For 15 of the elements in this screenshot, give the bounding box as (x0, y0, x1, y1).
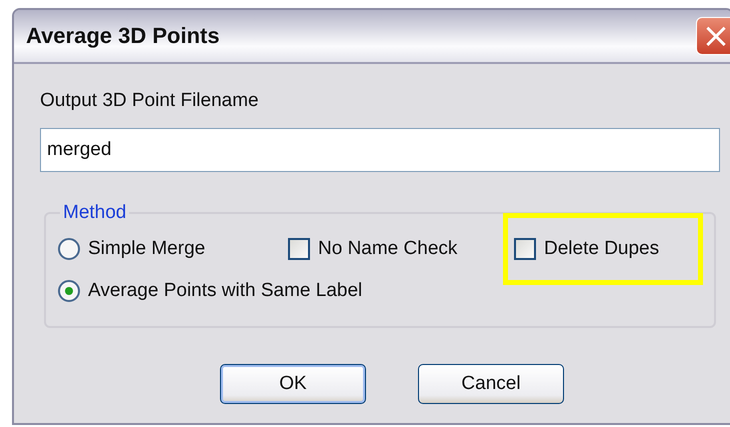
field-label: Output 3D Point Filename (40, 90, 260, 112)
radio-button[interactable] (58, 280, 80, 302)
option-label: No Name Check (318, 238, 458, 260)
group-title: Method (62, 202, 128, 224)
option-label: Delete Dupes (544, 238, 660, 260)
checkbox[interactable] (288, 238, 310, 260)
option-label: Average Points with Same Label (88, 280, 362, 302)
cancel-button[interactable]: Cancel (418, 364, 564, 404)
filename-field[interactable]: merged (40, 128, 720, 172)
ok-button[interactable]: OK (220, 364, 366, 404)
window-title: Average 3D Points (26, 23, 220, 49)
option-label: Simple Merge (88, 238, 206, 260)
radio-button[interactable] (58, 238, 80, 260)
checkbox[interactable] (514, 238, 536, 260)
close-button[interactable]: × (696, 17, 730, 55)
